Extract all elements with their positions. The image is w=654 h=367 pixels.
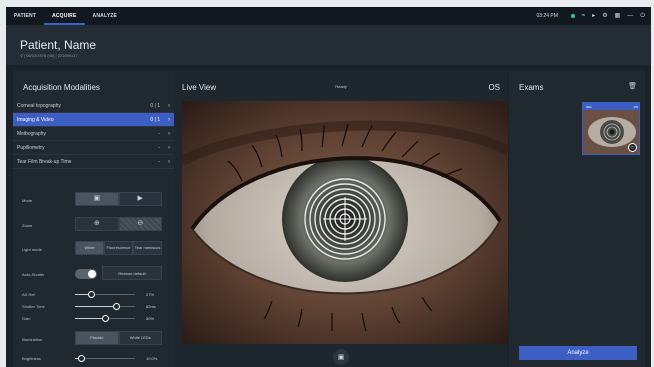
trash-icon[interactable]: 🗑 xyxy=(628,82,637,90)
live-camera-feed xyxy=(182,101,508,344)
tab-acquire[interactable]: ACQUIRE xyxy=(44,7,85,25)
light-mode-label: Light mode xyxy=(22,247,42,252)
eye-side-label: OS xyxy=(488,83,500,92)
slider-fill xyxy=(75,306,116,307)
keyboard-icon[interactable]: ▦ xyxy=(615,13,621,19)
illumination-selector: Placido White LEDs xyxy=(75,331,162,345)
illumination-white-leds[interactable]: White LEDs xyxy=(118,331,162,345)
modality-label: Tear Film Break-up Time xyxy=(17,158,72,165)
modality-list: Corneal topography 0 | 1 › Imaging & Vid… xyxy=(13,99,174,169)
acquisition-title: Acquisition Modalities xyxy=(23,83,100,92)
modality-corneal-topography[interactable]: Corneal topography 0 | 1 › xyxy=(13,99,174,113)
eye-image xyxy=(182,101,508,344)
zoom-out-icon: ⊖ xyxy=(137,220,144,228)
zoom-out-button[interactable]: ⊖ xyxy=(118,217,162,231)
modality-tear-film[interactable]: Tear Film Break-up Time - › xyxy=(13,155,174,169)
light-mode-tear-meniscus[interactable]: Tear meniscus xyxy=(133,241,162,255)
light-mode-fluorescence[interactable]: Fluorescence xyxy=(104,241,133,255)
auto-shutter-label: Auto-Shutter xyxy=(22,272,45,277)
analyze-button[interactable]: Analyze xyxy=(519,346,637,360)
modality-pupillometry[interactable]: Pupillometry - › xyxy=(13,141,174,155)
tab-analyze[interactable]: ANALYZE xyxy=(85,7,126,25)
modality-meibography[interactable]: Meibography - › xyxy=(13,127,174,141)
tab-patient[interactable]: PATIENT xyxy=(6,7,44,25)
slider-fill xyxy=(75,318,105,319)
gain-label: Gain xyxy=(22,316,31,321)
slider-thumb[interactable] xyxy=(88,291,96,298)
exam-thumbnail[interactable]: IMG OS ☆ xyxy=(582,102,640,155)
exams-title: Exams xyxy=(519,83,544,92)
mode-label: Mode xyxy=(22,198,33,203)
slider-thumb[interactable] xyxy=(112,303,120,310)
camera-icon: ▣ xyxy=(93,195,101,203)
gain-value: 50% xyxy=(146,316,155,321)
exam-thumbnail-header: IMG OS xyxy=(583,103,639,110)
app-window: PATIENT ACQUIRE ANALYZE 03:24 PM ≈ ▸ ⚙ ▦… xyxy=(6,7,651,367)
camera-icon: ▣ xyxy=(337,354,345,361)
exam-thumbnail-eye: OS xyxy=(633,105,638,109)
modality-count: - xyxy=(158,158,160,165)
chevron-right-icon: › xyxy=(168,130,170,137)
mode-video-button[interactable]: ▶ xyxy=(118,192,162,206)
brightness-value: 10.0% xyxy=(146,356,158,361)
modality-label: Meibography xyxy=(17,130,46,137)
wifi-icon[interactable]: ≈ xyxy=(582,13,585,19)
as-ref-value: 27% xyxy=(146,292,155,297)
auto-shutter-toggle[interactable] xyxy=(75,269,97,279)
system-tray: 03:24 PM ≈ ▸ ⚙ ▦ — ⏻ xyxy=(536,7,645,25)
zoom-label: Zoom xyxy=(22,223,33,228)
modality-label: Pupillometry xyxy=(17,144,45,151)
slider-thumb[interactable] xyxy=(102,315,109,322)
shutter-time-value: 82ms xyxy=(146,304,156,309)
patient-name: Patient, Name xyxy=(20,38,97,52)
zoom-in-button[interactable]: ⊕ xyxy=(75,217,119,231)
chevron-right-icon: › xyxy=(168,158,170,165)
illumination-label: Illumination xyxy=(22,337,43,342)
patient-meta: ⚲ | 06/03/1976 (45) | 221690117 xyxy=(20,53,78,58)
patient-header: Patient, Name ⚲ | 06/03/1976 (45) | 2216… xyxy=(6,25,651,65)
zoom-in-icon: ⊕ xyxy=(93,220,100,228)
minimize-icon[interactable]: — xyxy=(627,13,633,19)
chevron-right-icon: › xyxy=(168,144,170,151)
power-icon[interactable]: ⏻ xyxy=(640,13,645,19)
illumination-placido[interactable]: Placido xyxy=(75,331,119,345)
modality-count: - xyxy=(158,130,160,137)
gain-slider[interactable] xyxy=(75,315,135,322)
modality-label: Imaging & Video xyxy=(17,116,54,123)
light-mode-selector: White Fluorescence Tear meniscus xyxy=(75,241,162,255)
brightness-slider[interactable] xyxy=(75,355,135,362)
light-mode-white[interactable]: White xyxy=(75,241,104,255)
modality-count: 0 | 1 xyxy=(150,102,160,109)
chevron-right-icon: › xyxy=(168,116,170,123)
live-view-panel: Live View Ready OS ▣ xyxy=(174,71,508,367)
as-ref-label: AS Ref xyxy=(22,292,35,297)
star-icon[interactable]: ☆ xyxy=(628,143,637,152)
modality-imaging-video[interactable]: Imaging & Video 0 | 1 › xyxy=(13,113,174,127)
clock: 03:24 PM xyxy=(536,13,558,19)
zoom-selector: ⊕ ⊖ xyxy=(75,217,162,231)
modality-count: - xyxy=(158,144,160,151)
brightness-label: Brightness xyxy=(22,356,41,361)
volume-icon[interactable]: ▸ xyxy=(592,13,595,19)
mode-photo-button[interactable]: ▣ xyxy=(75,192,119,206)
exam-thumbnail-type: IMG xyxy=(586,105,592,109)
toggle-knob xyxy=(88,270,96,278)
acquisition-panel: Acquisition Modalities Corneal topograph… xyxy=(13,71,174,367)
shutter-time-label: Shutter Time xyxy=(22,304,45,309)
modality-count: 0 | 1 xyxy=(150,116,160,123)
capture-button[interactable]: ▣ xyxy=(333,349,349,365)
slider-thumb[interactable] xyxy=(78,355,85,362)
modality-label: Corneal topography xyxy=(17,102,61,109)
as-ref-slider[interactable] xyxy=(75,291,135,298)
status-text: Ready xyxy=(335,84,347,89)
top-nav-bar: PATIENT ACQUIRE ANALYZE 03:24 PM ≈ ▸ ⚙ ▦… xyxy=(6,7,651,25)
status-online-icon xyxy=(570,14,575,18)
mode-selector: ▣ ▶ xyxy=(75,192,162,206)
restore-default-button[interactable]: Restore default xyxy=(102,266,162,280)
video-icon: ▶ xyxy=(137,195,143,203)
shutter-time-slider[interactable] xyxy=(75,303,135,310)
chevron-right-icon: › xyxy=(168,102,170,109)
gear-icon[interactable]: ⚙ xyxy=(602,13,607,19)
exams-panel: Exams 🗑 IMG OS ☆ Analyze xyxy=(509,71,645,367)
